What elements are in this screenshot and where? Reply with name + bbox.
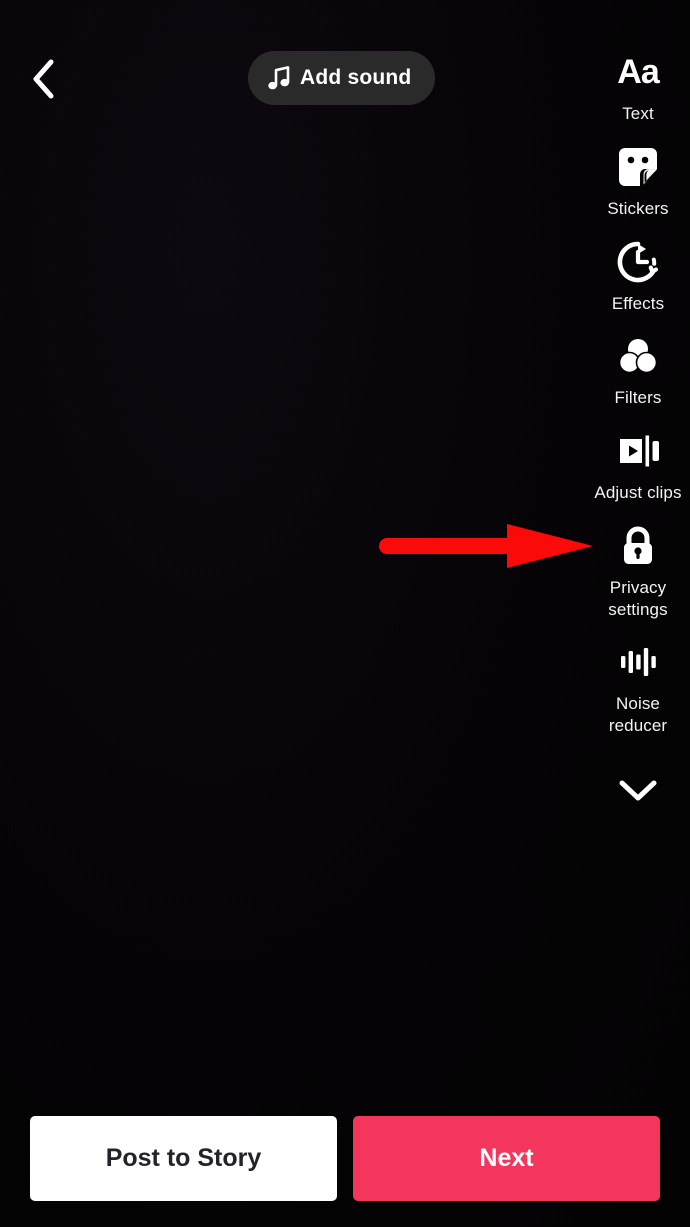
- adjust-clips-icon: [620, 435, 659, 467]
- tool-label-adjust-clips: Adjust clips: [594, 483, 682, 502]
- lock-icon: [624, 526, 652, 564]
- waveform-icon: [621, 648, 656, 677]
- effects-clock-icon: [617, 241, 659, 282]
- tool-item-adjust-clips[interactable]: Adjust clips: [586, 425, 690, 504]
- tool-item-text[interactable]: Aa Text: [586, 46, 690, 125]
- music-note-icon: [268, 65, 290, 89]
- sticker-icon-wrap: [612, 141, 664, 193]
- waveform-icon-wrap: [612, 636, 664, 688]
- tool-label-privacy-settings: Privacy settings: [608, 577, 668, 619]
- tool-item-stickers[interactable]: Stickers: [586, 141, 690, 220]
- effects-icon-wrap: [612, 236, 664, 288]
- tool-item-noise-reducer[interactable]: Noise reducer: [586, 636, 690, 737]
- tool-item-privacy-settings[interactable]: Privacy settings: [586, 520, 690, 621]
- chevron-down-icon: [619, 780, 657, 801]
- tool-rail: Aa Text Stickers Effects Filters Adjust …: [586, 46, 690, 819]
- text-aa-icon: Aa: [617, 52, 659, 91]
- add-sound-button[interactable]: Add sound: [248, 51, 436, 105]
- tool-item-effects[interactable]: Effects: [586, 236, 690, 315]
- tool-label-text: Text: [622, 104, 654, 123]
- adjust-clips-icon-wrap: [612, 425, 664, 477]
- tool-label-stickers: Stickers: [607, 198, 669, 218]
- expand-more-button[interactable]: [586, 763, 690, 819]
- sticker-icon: [619, 147, 657, 186]
- filters-circles-icon: [618, 339, 658, 374]
- filters-icon-wrap: [612, 330, 664, 382]
- tool-label-noise-reducer: Noise reducer: [608, 694, 668, 735]
- tool-label-filters: Filters: [614, 388, 662, 408]
- video-editor-screen: Add sound Aa Text Stickers Effects Filte…: [0, 0, 690, 1227]
- lock-icon-wrap: [612, 520, 664, 572]
- back-button[interactable]: [22, 52, 66, 106]
- bottom-action-bar: Post to Story Next: [0, 1090, 690, 1227]
- tool-label-effects: Effects: [611, 293, 665, 313]
- next-button[interactable]: Next: [353, 1116, 660, 1201]
- add-sound-label: Add sound: [300, 66, 412, 89]
- tool-item-filters[interactable]: Filters: [586, 330, 690, 409]
- chevron-left-icon: [33, 59, 54, 99]
- post-to-story-button[interactable]: Post to Story: [30, 1116, 337, 1201]
